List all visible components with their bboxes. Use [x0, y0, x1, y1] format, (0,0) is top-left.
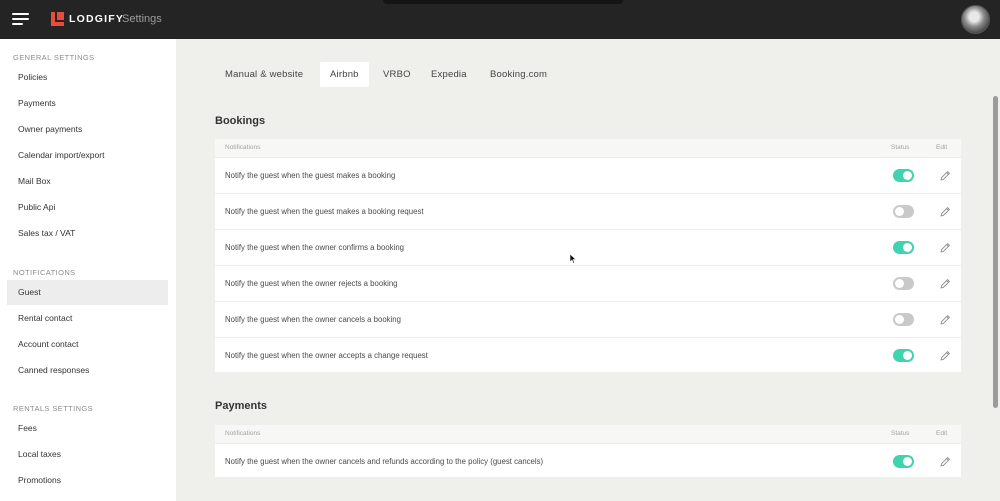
scrollbar[interactable] [993, 96, 998, 408]
column-status: Status [891, 144, 910, 151]
hamburger-icon[interactable] [12, 12, 29, 26]
bookings-title: Bookings [215, 115, 266, 127]
avatar[interactable] [961, 5, 990, 34]
sidebar-item-mailbox[interactable]: Mail Box [7, 169, 168, 194]
notification-label: Notify the guest when the owner confirms… [225, 243, 404, 252]
pencil-icon[interactable] [938, 277, 952, 291]
sidebar-item-fees[interactable]: Fees [7, 416, 168, 441]
table-row: Notify the guest when the guest makes a … [215, 157, 961, 193]
sidebar: GENERAL SETTINGS Policies Payments Owner… [0, 39, 176, 501]
pencil-icon[interactable] [938, 313, 952, 327]
sidebar-item-policies[interactable]: Policies [7, 65, 168, 90]
pencil-icon[interactable] [938, 349, 952, 363]
status-toggle[interactable] [893, 169, 914, 182]
table-row: Notify the guest when the guest makes a … [215, 193, 961, 229]
tab-manual-website[interactable]: Manual & website [215, 62, 313, 87]
table-row: Notify the guest when the owner cancels … [215, 443, 961, 479]
sidebar-section-rentals: RENTALS SETTINGS [13, 404, 94, 413]
toggle-knob [903, 457, 912, 466]
pencil-icon[interactable] [938, 205, 952, 219]
top-bar: LODGIFY Settings [0, 0, 1000, 39]
status-toggle[interactable] [893, 205, 914, 218]
sidebar-item-public-api[interactable]: Public Api [7, 195, 168, 220]
bookings-table: Notifications Status Edit Notify the gue… [215, 139, 961, 372]
pencil-icon[interactable] [938, 241, 952, 255]
sidebar-item-sales-tax[interactable]: Sales tax / VAT [7, 221, 168, 246]
sidebar-item-canned-responses[interactable]: Canned responses [7, 358, 168, 383]
tab-booking-com[interactable]: Booking.com [480, 62, 557, 87]
toggle-knob [895, 315, 904, 324]
column-edit: Edit [936, 430, 948, 437]
notification-label: Notify the guest when the owner accepts … [225, 351, 428, 360]
tab-airbnb[interactable]: Airbnb [320, 62, 369, 87]
toggle-knob [903, 243, 912, 252]
sidebar-item-promotions[interactable]: Promotions [7, 468, 168, 493]
sidebar-item-payments[interactable]: Payments [7, 91, 168, 116]
status-toggle[interactable] [893, 313, 914, 326]
sidebar-item-owner-payments[interactable]: Owner payments [7, 117, 168, 142]
table-row: Notify the guest when the owner rejects … [215, 265, 961, 301]
table-row: Notify the guest when the owner confirms… [215, 229, 961, 265]
payments-title: Payments [215, 400, 267, 412]
tab-vrbo[interactable]: VRBO [373, 62, 421, 87]
sidebar-item-guest[interactable]: Guest [7, 280, 168, 305]
toggle-knob [895, 279, 904, 288]
notification-label: Notify the guest when the guest makes a … [225, 171, 396, 180]
mouse-cursor-icon [570, 254, 577, 264]
table-header: Notifications Status Edit [215, 425, 961, 443]
column-edit: Edit [936, 144, 948, 151]
status-toggle[interactable] [893, 241, 914, 254]
table-row: Notify the guest when the owner accepts … [215, 337, 961, 373]
toggle-knob [903, 171, 912, 180]
toggle-knob [903, 351, 912, 360]
pencil-icon[interactable] [938, 455, 952, 469]
top-center-tab [383, 0, 623, 4]
lodgify-logo-icon [51, 12, 64, 26]
sidebar-section-notifications: NOTIFICATIONS [13, 268, 76, 277]
table-row: Notify the guest when the owner cancels … [215, 301, 961, 337]
payments-table: Notifications Status Edit Notify the gue… [215, 425, 961, 477]
status-toggle[interactable] [893, 349, 914, 362]
sidebar-item-account-contact[interactable]: Account contact [7, 332, 168, 357]
notification-label: Notify the guest when the owner rejects … [225, 279, 398, 288]
pencil-icon[interactable] [938, 169, 952, 183]
sidebar-section-general: GENERAL SETTINGS [13, 53, 95, 62]
notification-label: Notify the guest when the owner cancels … [225, 315, 401, 324]
sidebar-item-local-taxes[interactable]: Local taxes [7, 442, 168, 467]
notification-label: Notify the guest when the owner cancels … [225, 457, 544, 466]
table-header: Notifications Status Edit [215, 139, 961, 157]
column-status: Status [891, 430, 910, 437]
sidebar-item-rental-contact[interactable]: Rental contact [7, 306, 168, 331]
toggle-knob [895, 207, 904, 216]
status-toggle[interactable] [893, 277, 914, 290]
column-notifications: Notifications [225, 144, 261, 151]
logo-text: LODGIFY [69, 13, 125, 25]
breadcrumb: Settings [122, 13, 162, 25]
column-notifications: Notifications [225, 430, 261, 437]
sidebar-item-calendar[interactable]: Calendar import/export [7, 143, 168, 168]
notification-label: Notify the guest when the guest makes a … [225, 207, 424, 216]
status-toggle[interactable] [893, 455, 914, 468]
tab-expedia[interactable]: Expedia [421, 62, 477, 87]
